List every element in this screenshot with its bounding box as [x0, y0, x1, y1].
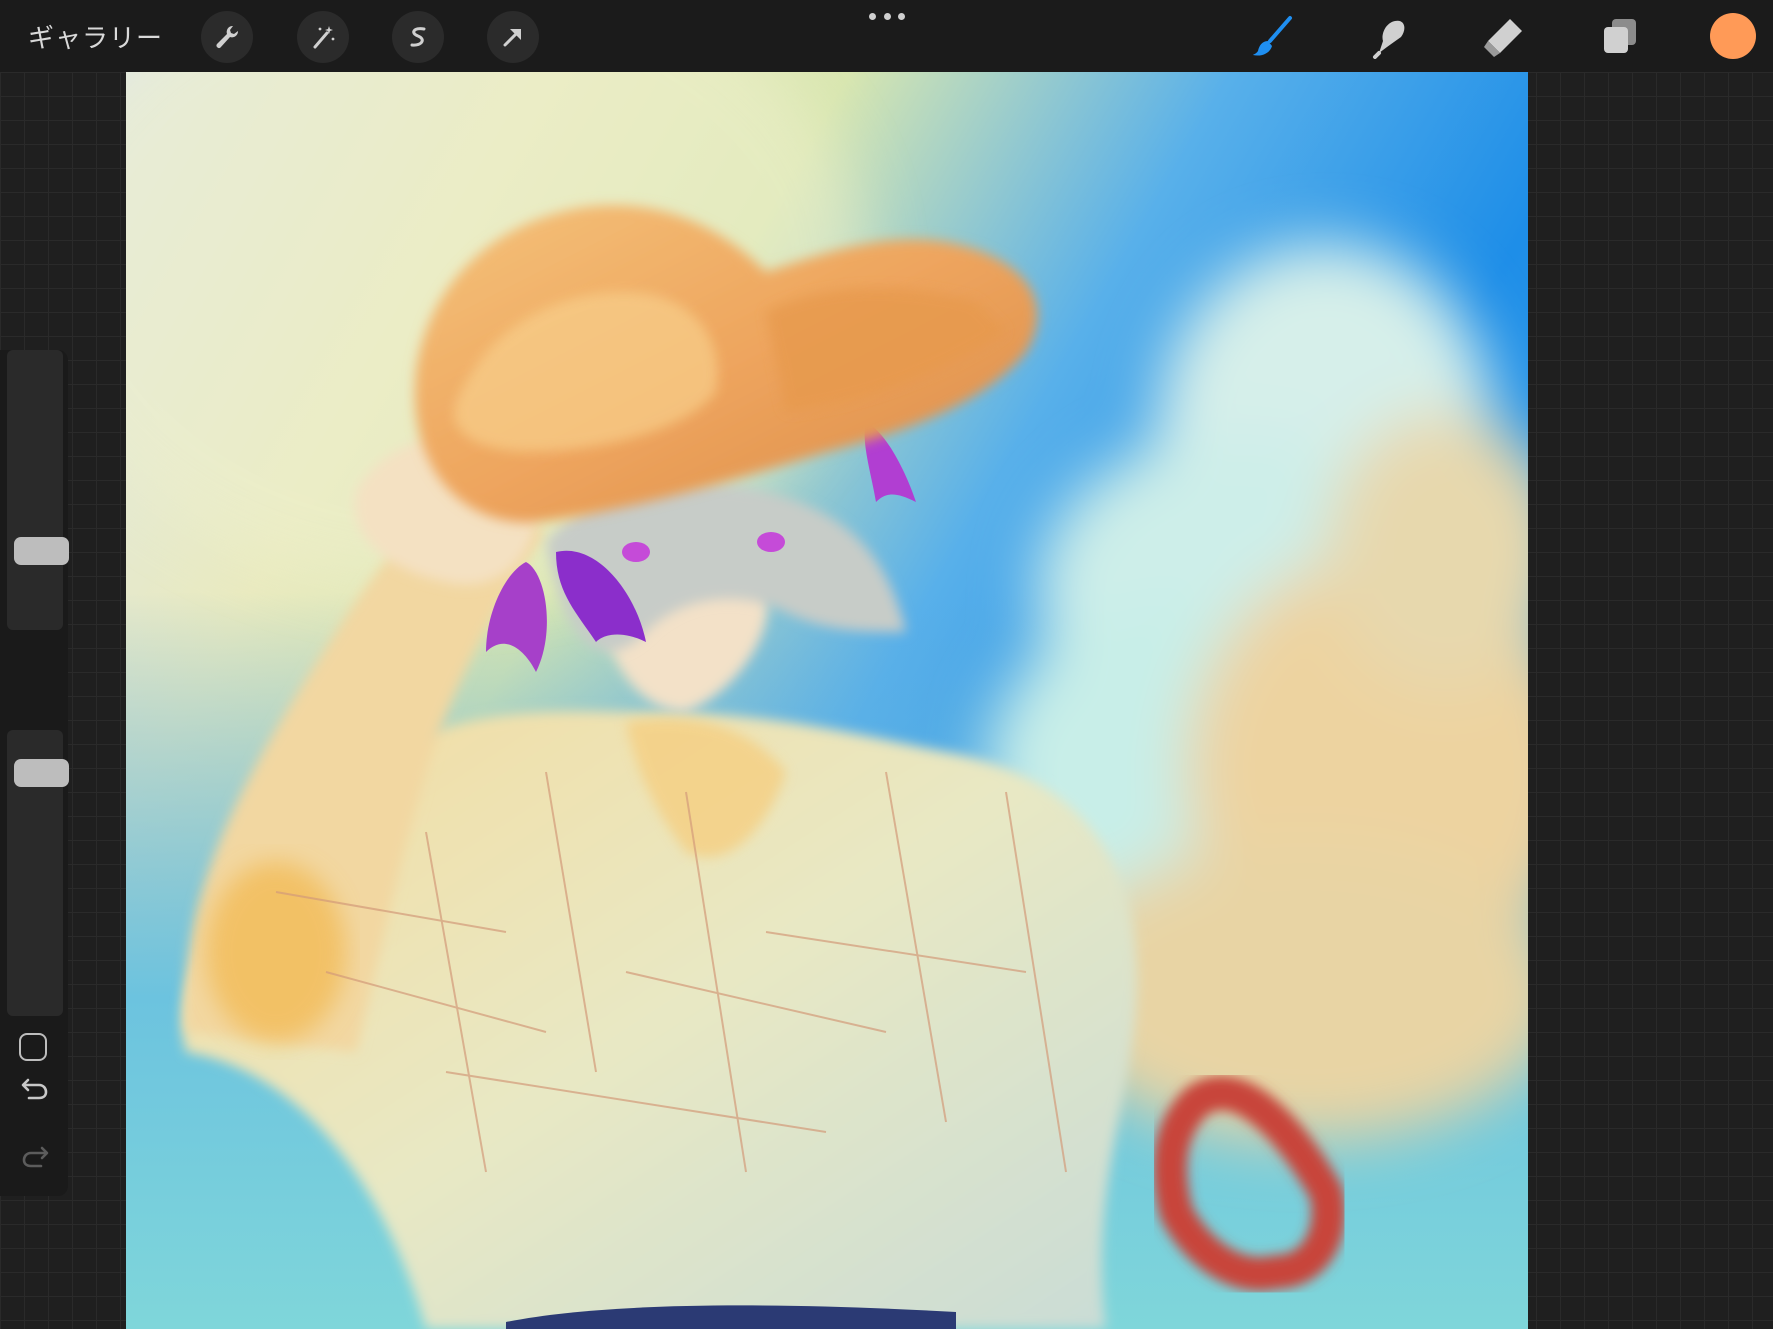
left-sidebar [0, 350, 69, 1196]
selection-button[interactable] [392, 11, 444, 63]
redo-button[interactable] [17, 1138, 53, 1174]
brush-size-slider[interactable] [7, 350, 69, 630]
more-dots-icon [869, 12, 876, 20]
arrow-cursor-icon [503, 29, 521, 47]
undo-icon [21, 1078, 48, 1100]
gallery-button[interactable]: ギャラリー [28, 18, 163, 55]
painting-artwork [126, 72, 1528, 1329]
eraser-button[interactable] [1476, 10, 1530, 62]
color-picker-button[interactable] [1710, 13, 1756, 59]
brush-button[interactable] [1246, 10, 1300, 62]
actions-button[interactable] [201, 11, 253, 63]
brush-icon [1253, 16, 1292, 56]
eraser-icon [1484, 19, 1522, 57]
smudge-button[interactable] [1361, 10, 1415, 62]
more-menu-button[interactable] [869, 10, 905, 22]
redo-icon [22, 1146, 49, 1168]
modify-button[interactable] [19, 1033, 47, 1061]
selection-s-icon [410, 27, 426, 47]
layers-button[interactable] [1592, 10, 1646, 62]
drawing-canvas[interactable] [126, 72, 1528, 1329]
adjustments-button[interactable] [297, 11, 349, 63]
opacity-thumb[interactable] [14, 759, 69, 787]
smudge-finger-icon [1373, 20, 1405, 59]
opacity-slider[interactable] [7, 730, 69, 1016]
magic-wand-icon [313, 26, 335, 49]
transform-button[interactable] [487, 11, 539, 63]
top-toolbar: ギャラリー [0, 0, 1773, 72]
layers-icon [1604, 19, 1636, 53]
undo-button[interactable] [17, 1070, 53, 1106]
wrench-icon [216, 25, 239, 48]
brush-size-thumb[interactable] [14, 537, 69, 565]
